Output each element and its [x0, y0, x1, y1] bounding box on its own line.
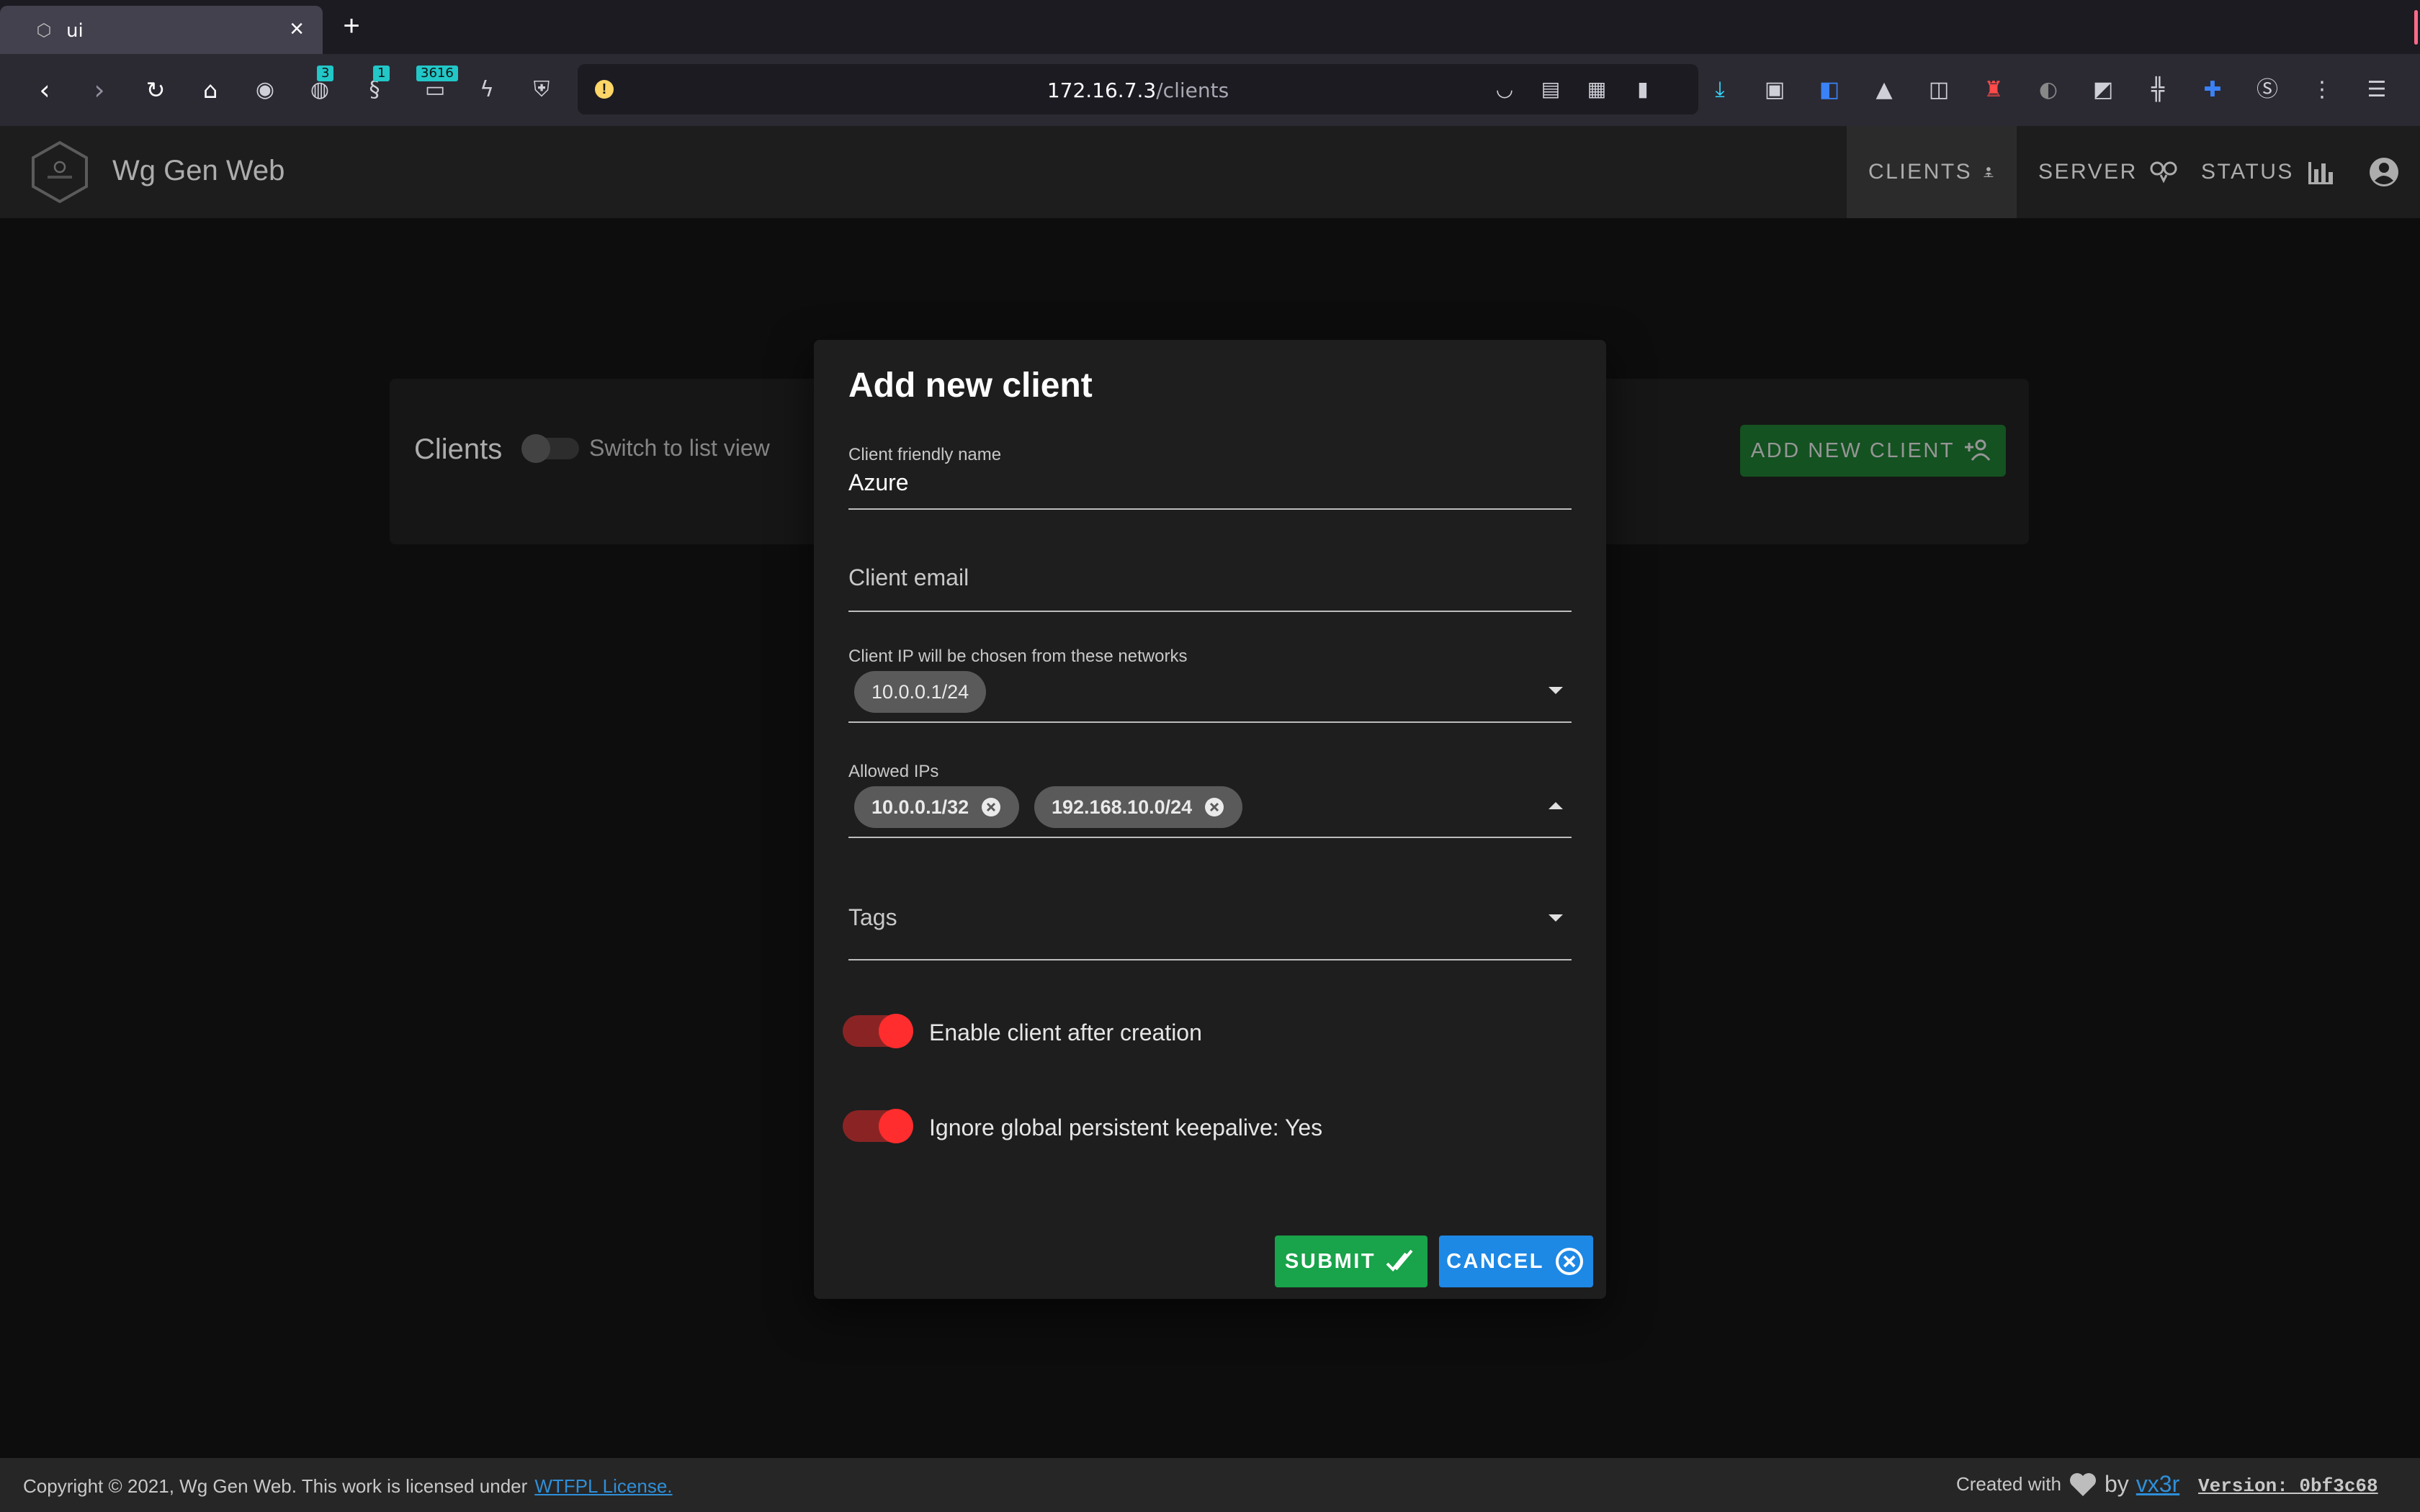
- tags-select[interactable]: Tags: [848, 904, 1572, 962]
- remove-chip-icon[interactable]: [980, 796, 1002, 818]
- site-favicon-icon: ⬡: [36, 21, 52, 40]
- toggle-knob: [879, 1109, 913, 1143]
- license-link[interactable]: WTFPL License.: [534, 1475, 672, 1497]
- reader-icon[interactable]: ▤: [1534, 73, 1567, 106]
- copyright-text: Copyright © 2021, Wg Gen Web. This work …: [23, 1475, 528, 1497]
- double-check-icon: [1386, 1249, 1413, 1272]
- browser-tab-strip: ⬡ ui × +: [0, 0, 2420, 54]
- cancel-button[interactable]: CANCEL: [1439, 1236, 1593, 1287]
- extension-shield-plus-icon[interactable]: ⛨: [523, 71, 560, 109]
- client-name-label: Client friendly name: [848, 445, 1002, 464]
- dropdown-arrow-icon[interactable]: [1549, 687, 1563, 694]
- field-underline: [848, 837, 1572, 838]
- tab-title: ui: [66, 20, 84, 42]
- toggle-knob: [879, 1014, 913, 1048]
- allowed-ip-chip-label: 192.168.10.0/24: [1052, 796, 1193, 818]
- more-icon[interactable]: ⋮: [2303, 71, 2341, 109]
- dialog-title: Add new client: [848, 366, 1093, 405]
- address-bar[interactable]: ! 172.16.7.3/clients ◡ ▤ ▦ ▮: [578, 64, 1698, 114]
- new-tab-icon[interactable]: +: [336, 10, 367, 42]
- field-underline: [848, 959, 1572, 960]
- ignore-keepalive-label: Ignore global persistent keepalive: Yes: [929, 1115, 1323, 1140]
- extension-badge: 3616: [416, 66, 458, 81]
- collapse-arrow-icon[interactable]: [1549, 802, 1563, 809]
- download-icon[interactable]: ⤓: [1701, 71, 1739, 109]
- window-accent: [2414, 10, 2418, 45]
- dropdown-arrow-icon[interactable]: [1549, 914, 1563, 922]
- password-manager-icon[interactable]: ◧: [1811, 71, 1848, 109]
- client-name-field[interactable]: Client friendly name Azure: [848, 445, 1572, 514]
- library-icon[interactable]: ▣: [1756, 71, 1793, 109]
- qr-code-icon[interactable]: ▦: [1580, 73, 1613, 106]
- add-client-dialog: Add new client Client friendly name Azur…: [814, 340, 1606, 1299]
- footer: Copyright © 2021, Wg Gen Web. This work …: [0, 1458, 2420, 1512]
- field-underline: [848, 721, 1572, 723]
- heart-icon: [2069, 1472, 2096, 1496]
- extension-rocket-icon[interactable]: ▲: [1865, 71, 1903, 109]
- close-tab-icon[interactable]: ×: [282, 14, 311, 43]
- extension-badge: 1: [373, 66, 390, 81]
- url-text: 172.16.7.3/clients: [1047, 78, 1229, 102]
- extension-grey-icon[interactable]: ◐: [2030, 71, 2067, 109]
- app-menu-icon[interactable]: ☰: [2358, 71, 2396, 109]
- network-chip: 10.0.0.1/24: [854, 671, 987, 713]
- browser-toolbar: ‹ › ↻ ⌂ ◉ ◍ 3 § 1 ▭ 3616 ϟ ⛨ ! 172.16.7.…: [0, 54, 2420, 126]
- reload-icon[interactable]: ↻: [135, 70, 176, 110]
- client-name-value[interactable]: Azure: [848, 469, 909, 496]
- close-circle-icon: [1555, 1248, 1583, 1275]
- home-icon[interactable]: ⌂: [190, 70, 230, 110]
- submit-button[interactable]: SUBMIT: [1275, 1236, 1428, 1287]
- enable-client-toggle[interactable]: [843, 1011, 913, 1048]
- extension-badge: 3: [317, 66, 334, 81]
- allowed-ip-chip: 192.168.10.0/24: [1034, 786, 1243, 828]
- networks-select[interactable]: Client IP will be chosen from these netw…: [848, 647, 1572, 724]
- submit-label: SUBMIT: [1284, 1249, 1376, 1273]
- extension-folder-icon[interactable]: ◩: [2084, 71, 2122, 109]
- screenshot-icon[interactable]: ◫: [1920, 71, 1958, 109]
- allowed-ips-select[interactable]: Allowed IPs 10.0.0.1/32 192.168.10.0/24: [848, 762, 1572, 840]
- pocket-icon[interactable]: ◡: [1488, 73, 1521, 106]
- author-link[interactable]: vx3r: [2136, 1471, 2179, 1498]
- networks-label: Client IP will be chosen from these netw…: [848, 647, 1188, 666]
- allowed-ip-chip-label: 10.0.0.1/32: [871, 796, 969, 818]
- remove-chip-icon[interactable]: [1204, 796, 1225, 818]
- field-underline: [848, 508, 1572, 510]
- allowed-ips-label: Allowed IPs: [848, 762, 939, 781]
- extension-globe-icon[interactable]: ◉: [246, 71, 284, 109]
- ignore-keepalive-toggle[interactable]: [843, 1106, 913, 1143]
- allowed-ip-chip: 10.0.0.1/32: [854, 786, 1020, 828]
- bookmark-icon[interactable]: ▮: [1626, 73, 1659, 106]
- browser-tab[interactable]: ⬡ ui ×: [0, 6, 323, 54]
- extension-red-icon[interactable]: ♜: [1975, 71, 2012, 109]
- footer-credits: Created with by vx3r: [1956, 1471, 2179, 1498]
- by-text: by: [2104, 1471, 2129, 1497]
- created-with-text: Created with: [1956, 1473, 2061, 1495]
- extension-bolt-icon[interactable]: ϟ: [468, 71, 506, 109]
- footer-copyright: Copyright © 2021, Wg Gen Web. This work …: [23, 1475, 673, 1498]
- enable-client-label: Enable client after creation: [929, 1020, 1202, 1045]
- client-email-field[interactable]: Client email: [848, 564, 1572, 622]
- cancel-label: CANCEL: [1446, 1249, 1544, 1273]
- forward-icon[interactable]: ›: [79, 70, 120, 110]
- extension-grid-icon[interactable]: ╬: [2139, 71, 2177, 109]
- version-text: Version: 0bf3c68: [2198, 1475, 2378, 1497]
- tags-placeholder: Tags: [848, 904, 897, 930]
- screen: ⬡ ui × + ‹ › ↻ ⌂ ◉ ◍ 3 § 1 ▭ 3616 ϟ ⛨ ! …: [0, 0, 2420, 1512]
- extension-s-icon[interactable]: Ⓢ: [2249, 71, 2286, 109]
- client-email-placeholder: Client email: [848, 564, 969, 590]
- extensions-puzzle-icon[interactable]: ✚: [2194, 71, 2231, 109]
- back-icon[interactable]: ‹: [24, 70, 65, 110]
- field-underline: [848, 611, 1572, 612]
